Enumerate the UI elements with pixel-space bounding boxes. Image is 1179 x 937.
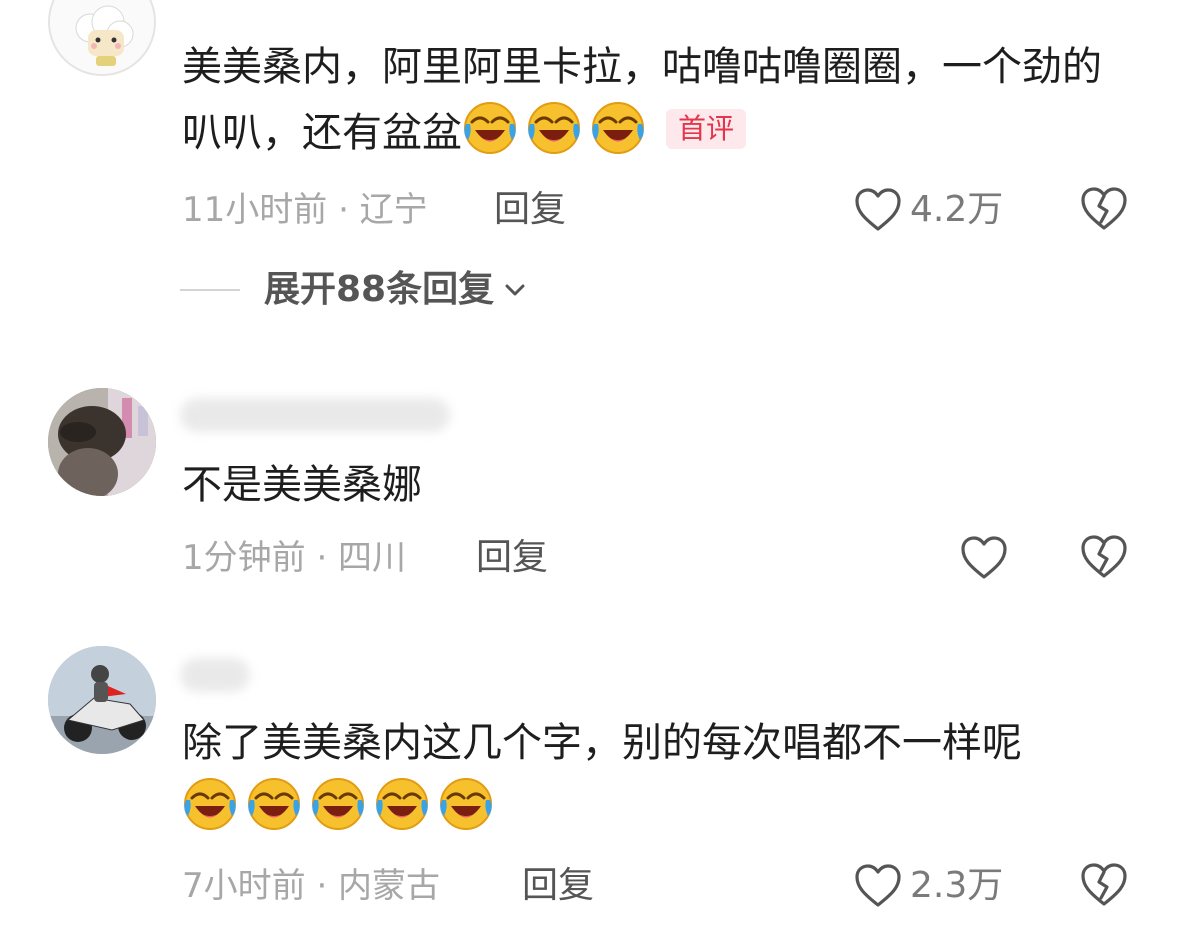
comment-text: 不是美美桑娜 xyxy=(182,452,1122,518)
like-count: 2.3万 xyxy=(910,865,1004,906)
reply-button[interactable]: 回复 xyxy=(476,536,548,580)
comment-meta: 1分钟前 · 四川 xyxy=(182,538,407,578)
reply-button[interactable]: 回复 xyxy=(522,864,594,908)
comment-text: 除了美美桑内这几个字，别的每次唱都不一样呢 xyxy=(182,710,1122,842)
laugh-cry-emoji-icon xyxy=(182,776,238,832)
like-count: 4.2万 xyxy=(910,189,1004,230)
reply-button[interactable]: 回复 xyxy=(494,188,566,232)
expand-replies-label: 展开88条回复 xyxy=(264,269,495,310)
comment-text-body: 不是美美桑娜 xyxy=(182,462,422,508)
laugh-cry-emoji-icon xyxy=(438,776,494,832)
username[interactable] xyxy=(180,398,450,432)
laugh-cry-emoji-icon xyxy=(246,776,302,832)
avatar[interactable] xyxy=(48,646,156,754)
laugh-cry-emoji-icon xyxy=(526,100,582,156)
chevron-down-icon xyxy=(505,284,525,296)
broken-heart-icon xyxy=(1080,534,1128,580)
photo-avatar-icon xyxy=(48,388,156,496)
like-button[interactable] xyxy=(960,534,1016,582)
expand-replies-button[interactable]: 展开88条回复 xyxy=(180,268,528,312)
heart-icon xyxy=(854,187,902,233)
dislike-button[interactable] xyxy=(1080,862,1128,908)
sheep-avatar-icon xyxy=(50,0,154,74)
divider-line xyxy=(180,289,240,291)
comment-meta: 11小时前 · 辽宁 xyxy=(182,190,428,230)
comment-item: 美美桑内，阿里阿里卡拉，咕噜咕噜圈圈，一个劲的叭叭，还有盆盆 首评 11小时前 ·… xyxy=(0,0,1179,330)
laugh-cry-emoji-icon xyxy=(462,100,518,156)
heart-icon xyxy=(960,535,1008,581)
like-button[interactable]: 2.3万 xyxy=(854,862,1003,910)
broken-heart-icon xyxy=(1080,186,1128,232)
dislike-button[interactable] xyxy=(1080,534,1128,580)
comment-text-body: 除了美美桑内这几个字，别的每次唱都不一样呢 xyxy=(182,720,1022,766)
avatar[interactable] xyxy=(48,388,156,496)
heart-icon xyxy=(854,863,902,909)
motorcycle-avatar-icon xyxy=(48,646,156,754)
avatar[interactable] xyxy=(48,0,156,76)
laugh-cry-emoji-icon xyxy=(310,776,366,832)
laugh-cry-emoji-icon xyxy=(374,776,430,832)
comment-meta: 7小时前 · 内蒙古 xyxy=(182,866,441,906)
comment-text: 美美桑内，阿里阿里卡拉，咕噜咕噜圈圈，一个劲的叭叭，还有盆盆 首评 xyxy=(182,34,1122,166)
like-button[interactable]: 4.2万 xyxy=(854,186,1003,234)
first-comment-badge: 首评 xyxy=(666,109,747,149)
comment-item: 除了美美桑内这几个字，别的每次唱都不一样呢 7小时前 · 内蒙古 回复 2.3万 xyxy=(0,640,1179,937)
broken-heart-icon xyxy=(1080,862,1128,908)
username[interactable] xyxy=(180,658,250,692)
laugh-cry-emoji-icon xyxy=(590,100,646,156)
comment-item: 不是美美桑娜 1分钟前 · 四川 回复 xyxy=(0,380,1179,610)
dislike-button[interactable] xyxy=(1080,186,1128,232)
